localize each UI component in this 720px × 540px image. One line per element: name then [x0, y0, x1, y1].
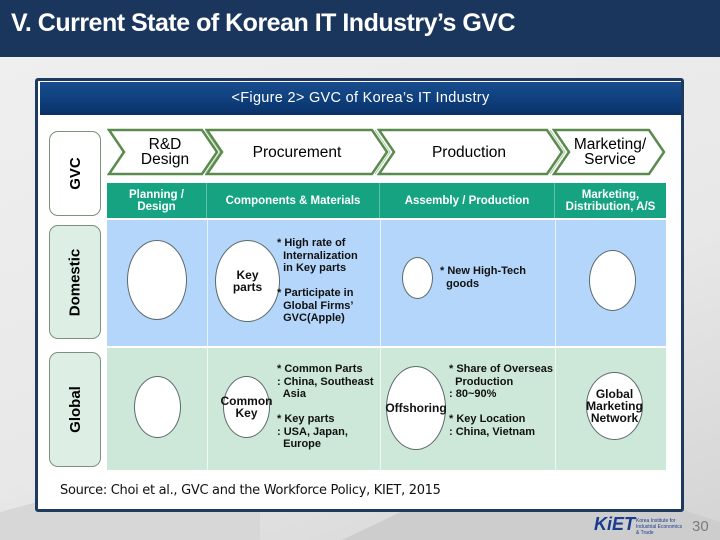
- row-label-global: Global: [49, 352, 101, 467]
- slide-title-bar: V. Current State of Korean IT Industry’s…: [0, 0, 720, 57]
- kiet-logo-text: KiET: [594, 514, 636, 534]
- column-divider: [555, 220, 556, 470]
- row-label-gvc-text: GVC: [66, 157, 84, 190]
- source-citation: Source: Choi et al., GVC and the Workfor…: [60, 483, 441, 498]
- note-global-production: * Share of Overseas Production : 80~90% …: [449, 363, 553, 438]
- slide-title: V. Current State of Korean IT Industry’s…: [11, 9, 516, 37]
- stage-label-rd-design: R&D Design: [140, 136, 190, 168]
- row-label-gvc: GVC: [49, 131, 101, 216]
- column-divider: [380, 220, 381, 470]
- ellipse-domestic-planning: [127, 240, 187, 320]
- column-header-marketing-distribution: Marketing, Distribution, A/S: [565, 188, 656, 213]
- column-divider: [207, 220, 208, 470]
- ellipse-global-marketing-network: Global Marketing Network: [586, 372, 643, 440]
- row-label-domestic: Domestic: [49, 225, 101, 339]
- ellipse-domestic-marketing: [589, 250, 636, 311]
- kiet-logo-subtitle: Korea Institute for Industrial Economics…: [636, 518, 683, 536]
- figure-title: <Figure 2> GVC of Korea’s IT Industry: [231, 90, 490, 106]
- column-header-planning-design: Planning / Design: [107, 183, 207, 218]
- row-label-domestic-text: Domestic: [66, 248, 84, 316]
- ellipse-global-planning: [134, 376, 181, 438]
- figure-header: <Figure 2> GVC of Korea’s IT Industry: [40, 82, 681, 115]
- note-domestic-production: * New High-Tech goods: [440, 265, 526, 290]
- stage-label-production: Production: [431, 143, 507, 161]
- domestic-row-band: [107, 220, 666, 346]
- note-domestic-procurement: * High rate of Internalization in Key pa…: [277, 237, 358, 324]
- ellipse-global-offshoring: Offshoring: [385, 366, 447, 450]
- note-global-procurement: * Common Parts : China, Southeast Asia *…: [277, 363, 374, 450]
- page-number: 30: [692, 518, 709, 535]
- ellipse-domestic-production: [402, 257, 433, 299]
- column-header-assembly-production: Assembly / Production: [380, 183, 555, 218]
- kiet-logo: KiET Korea Institute for Industrial Econ…: [592, 514, 687, 536]
- ellipse-global-common-key: Common Key: [221, 376, 273, 438]
- row-label-global-text: Global: [66, 386, 84, 433]
- stage-label-procurement: Procurement: [252, 143, 342, 161]
- ellipse-domestic-key-parts: Key parts: [215, 240, 280, 322]
- stage-label-marketing-service: Marketing/ Service: [573, 136, 647, 168]
- column-header-components-materials: Components & Materials: [207, 183, 380, 218]
